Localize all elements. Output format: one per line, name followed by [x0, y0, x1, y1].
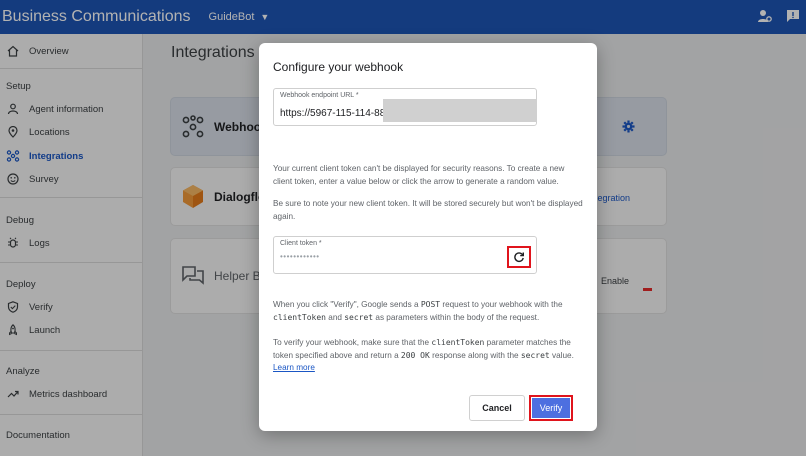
- client-token-value[interactable]: ••••••••••••: [280, 252, 320, 261]
- token-warning-text: Be sure to note your new client token. I…: [273, 199, 583, 221]
- generate-token-button[interactable]: [507, 246, 531, 268]
- learn-more-link[interactable]: Learn more: [273, 363, 315, 372]
- webhook-url-value[interactable]: https://5967-115-114-88: [280, 108, 385, 119]
- configure-webhook-dialog: Configure your webhook Webhook endpoint …: [259, 43, 597, 431]
- redacted-region: [383, 99, 537, 122]
- client-token-label: Client token *: [280, 240, 322, 247]
- verify-explanation-text: When you click "Verify", Google sends a …: [273, 300, 563, 322]
- cancel-button[interactable]: Cancel: [469, 395, 525, 421]
- refresh-icon: [514, 252, 524, 262]
- webhook-url-field[interactable]: Webhook endpoint URL * https://5967-115-…: [273, 88, 537, 126]
- token-info-text: Your current client token can't be displ…: [273, 164, 565, 186]
- verify-button[interactable]: Verify: [532, 398, 570, 418]
- client-token-field[interactable]: Client token * ••••••••••••: [273, 236, 537, 274]
- dialog-title: Configure your webhook: [273, 60, 404, 74]
- webhook-url-label: Webhook endpoint URL *: [280, 92, 359, 99]
- verify-button-highlight: Verify: [529, 395, 573, 421]
- verify-instructions-text: To verify your webhook, make sure that t…: [273, 338, 574, 372]
